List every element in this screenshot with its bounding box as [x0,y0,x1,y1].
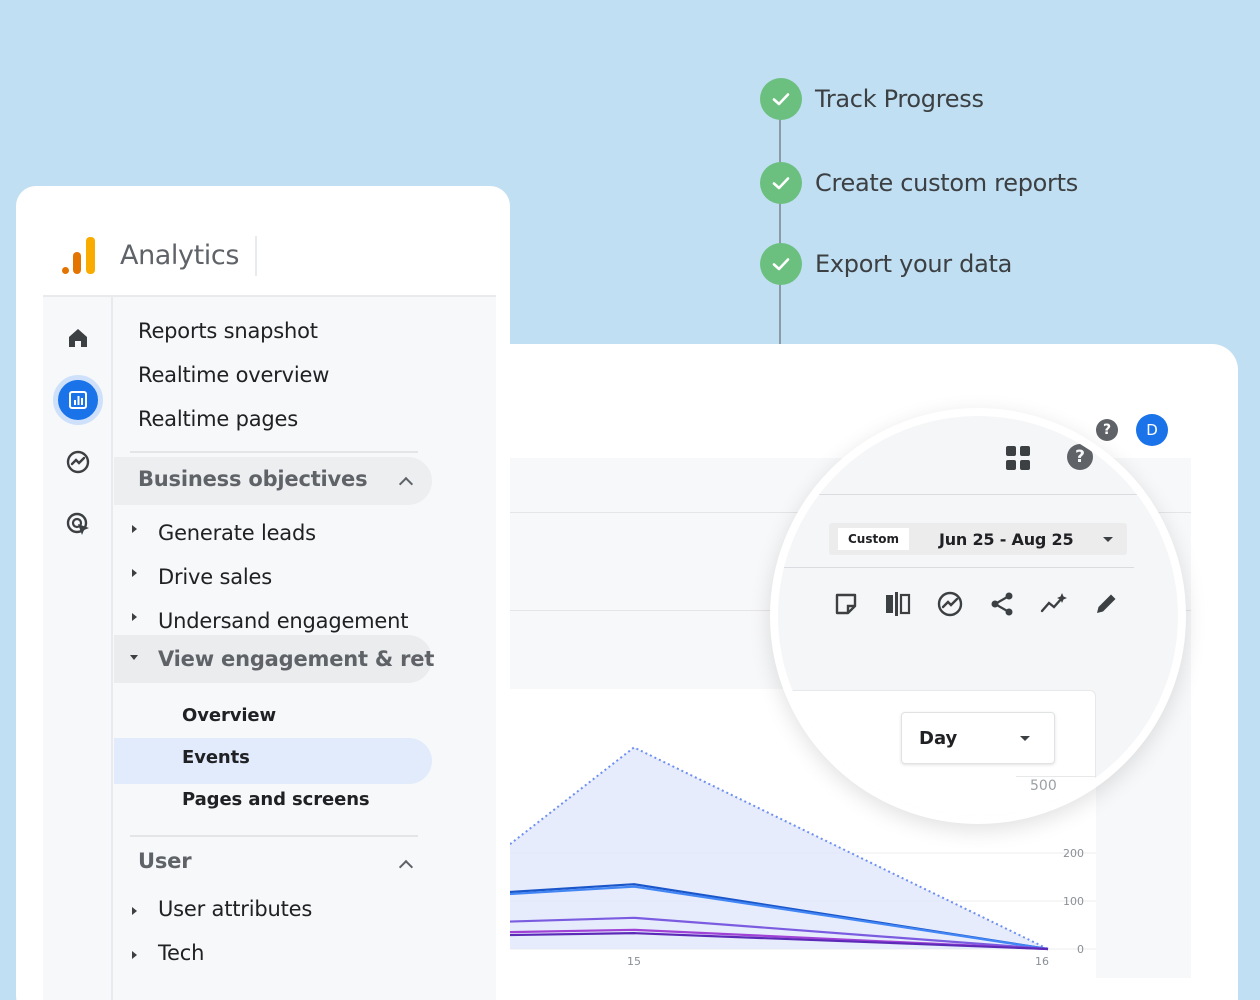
nav-subitem-pages-and-screens[interactable]: Pages and screens [182,789,370,810]
nav-item-reports-snapshot[interactable]: Reports snapshot [138,319,318,343]
explore-icon[interactable] [53,437,103,487]
report-toolbar [832,590,1120,618]
divider [778,567,1134,568]
insights-icon[interactable] [936,590,964,618]
nav-item-label: View engagement & ret [158,647,435,671]
share-icon[interactable] [988,590,1016,618]
feature-label: Export your data [815,250,1013,278]
nav-item-realtime-overview[interactable]: Realtime overview [138,363,329,387]
note-icon[interactable] [832,590,860,618]
expand-arrow-icon[interactable] [132,613,137,621]
active-highlight [114,738,432,784]
sidebar-card: Analytics Reports snapshot Realtime over… [16,186,510,1000]
bar-chart-icon[interactable] [53,375,103,425]
expand-arrow-icon[interactable] [132,569,137,577]
section-title: Business objectives [138,467,368,491]
date-range-picker[interactable]: Custom Jun 25 - Aug 25 [829,523,1127,555]
expand-arrow-icon[interactable] [132,951,137,959]
trend-sparkle-icon[interactable] [1040,590,1068,618]
feature-label: Track Progress [815,85,984,113]
app-logo[interactable]: Analytics [60,236,239,274]
x-tick-label: 16 [1035,955,1049,968]
divider [130,835,418,837]
nav-item-drive-sales[interactable]: Drive sales [158,565,272,589]
feature-label: Create custom reports [815,169,1078,197]
x-tick-label: 15 [627,955,641,968]
magnified-content: ? Custom Jun 25 - Aug 25 Day 500 [778,416,1178,816]
feature-export-data: Export your data [760,243,1012,285]
y-tick-label: 500 [1030,778,1057,794]
date-range-text: Jun 25 - Aug 25 [938,529,1074,549]
compare-icon[interactable] [884,590,912,618]
check-icon [760,78,802,120]
nav-item-realtime-pages[interactable]: Realtime pages [138,407,298,431]
date-chip: Custom [838,528,909,550]
caret-down-icon [1103,537,1113,542]
expand-arrow-icon[interactable] [132,525,137,533]
divider [778,494,1178,495]
grid-line [1016,776,1096,777]
check-icon [760,243,802,285]
apps-grid-icon[interactable] [1006,446,1030,470]
feature-custom-reports: Create custom reports [760,162,1078,204]
edit-pencil-icon[interactable] [1092,590,1120,618]
nav-item-understand-engagement[interactable]: Undersand engagement [158,609,408,633]
feature-track-progress: Track Progress [760,78,984,120]
section-user[interactable]: User [138,849,192,873]
caret-down-icon [1020,736,1030,741]
cursor-target-icon[interactable] [53,499,103,549]
granularity-value: Day [919,727,958,749]
help-icon[interactable]: ? [1067,444,1093,470]
y-tick-label: 200 [1063,847,1084,860]
nav-item-generate-leads[interactable]: Generate leads [158,521,316,545]
nav-rail [43,297,113,1000]
nav-subitem-overview[interactable]: Overview [182,705,276,726]
nav-item-user-attributes[interactable]: User attributes [158,897,312,921]
header-separator [255,236,257,276]
nav-item-tech[interactable]: Tech [158,941,204,965]
timeline-line [779,96,781,346]
magnifier: ? Custom Jun 25 - Aug 25 Day 500 [770,408,1186,824]
analytics-logo-icon [60,236,96,274]
check-icon [760,162,802,204]
home-icon[interactable] [53,313,103,363]
y-tick-label: 100 [1063,895,1084,908]
nav-subitem-events[interactable]: Events [182,747,250,768]
granularity-select[interactable]: Day [901,712,1055,764]
app-name: Analytics [120,239,240,271]
collapse-arrow-icon[interactable] [130,655,138,660]
expand-arrow-icon[interactable] [132,907,137,915]
y-tick-label: 0 [1077,943,1084,956]
divider [130,451,418,453]
